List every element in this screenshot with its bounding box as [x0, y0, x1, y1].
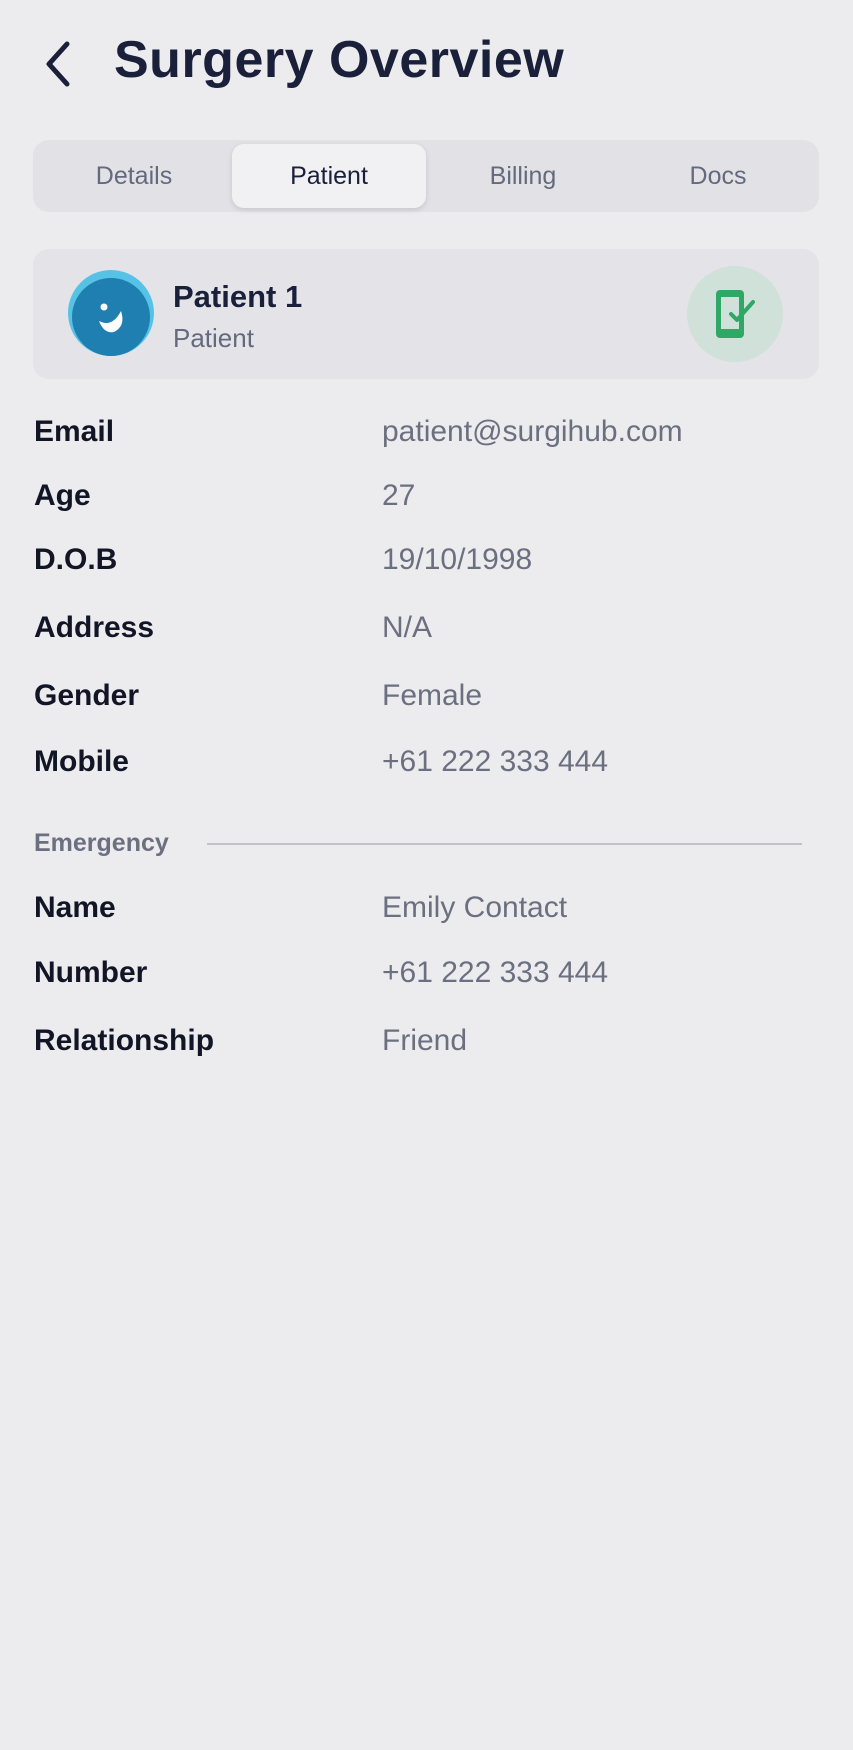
detail-value: N/A	[382, 611, 433, 644]
detail-value: Friend	[382, 1024, 468, 1057]
detail-label: D.O.B	[34, 543, 118, 576]
detail-row-gender: Gender Female	[0, 679, 853, 723]
back-button[interactable]	[34, 36, 82, 92]
divider	[207, 843, 802, 845]
detail-label: Email	[34, 415, 115, 448]
patient-name: Patient 1	[173, 279, 303, 314]
emergency-section-header: Emergency	[34, 826, 802, 862]
detail-label: Mobile	[34, 745, 129, 778]
tab-details[interactable]: Details	[37, 144, 231, 208]
detail-row-address: Address N/A	[0, 611, 853, 655]
patient-role: Patient	[173, 323, 254, 353]
detail-label: Address	[34, 611, 155, 644]
detail-value: +61 222 333 444	[382, 956, 609, 989]
avatar	[68, 270, 154, 356]
detail-row-mobile: Mobile +61 222 333 444	[0, 745, 853, 789]
detail-value: patient@surgihub.com	[382, 415, 683, 448]
emergency-row-name: Name Emily Contact	[0, 891, 853, 935]
detail-label: Gender	[34, 679, 140, 712]
detail-label: Relationship	[34, 1024, 215, 1057]
detail-value: Emily Contact	[382, 891, 568, 924]
tab-docs[interactable]: Docs	[621, 144, 815, 208]
detail-row-dob: D.O.B 19/10/1998	[0, 543, 853, 587]
section-title: Emergency	[34, 829, 169, 857]
emergency-row-number: Number +61 222 333 444	[0, 956, 853, 1000]
detail-label: Age	[34, 479, 91, 512]
detail-value: +61 222 333 444	[382, 745, 609, 778]
smiley-face-icon	[68, 270, 154, 356]
detail-value: Female	[382, 679, 483, 712]
detail-row-email: Email patient@surgihub.com	[0, 415, 853, 459]
detail-label: Name	[34, 891, 116, 924]
detail-value: 27	[382, 479, 416, 512]
emergency-row-relationship: Relationship Friend	[0, 1024, 853, 1068]
phone-check-icon	[716, 290, 755, 338]
tab-billing[interactable]: Billing	[426, 144, 620, 208]
detail-value: 19/10/1998	[382, 543, 533, 576]
detail-label: Number	[34, 956, 148, 989]
chevron-left-icon	[46, 41, 70, 87]
page-title: Surgery Overview	[114, 31, 565, 89]
patient-card: Patient 1 Patient	[33, 249, 819, 379]
tab-bar: Details Patient Billing Docs	[33, 140, 819, 212]
tab-patient[interactable]: Patient	[232, 144, 426, 208]
verified-contact-button[interactable]	[687, 266, 783, 362]
detail-row-age: Age 27	[0, 479, 853, 523]
header: Surgery Overview	[0, 0, 853, 130]
